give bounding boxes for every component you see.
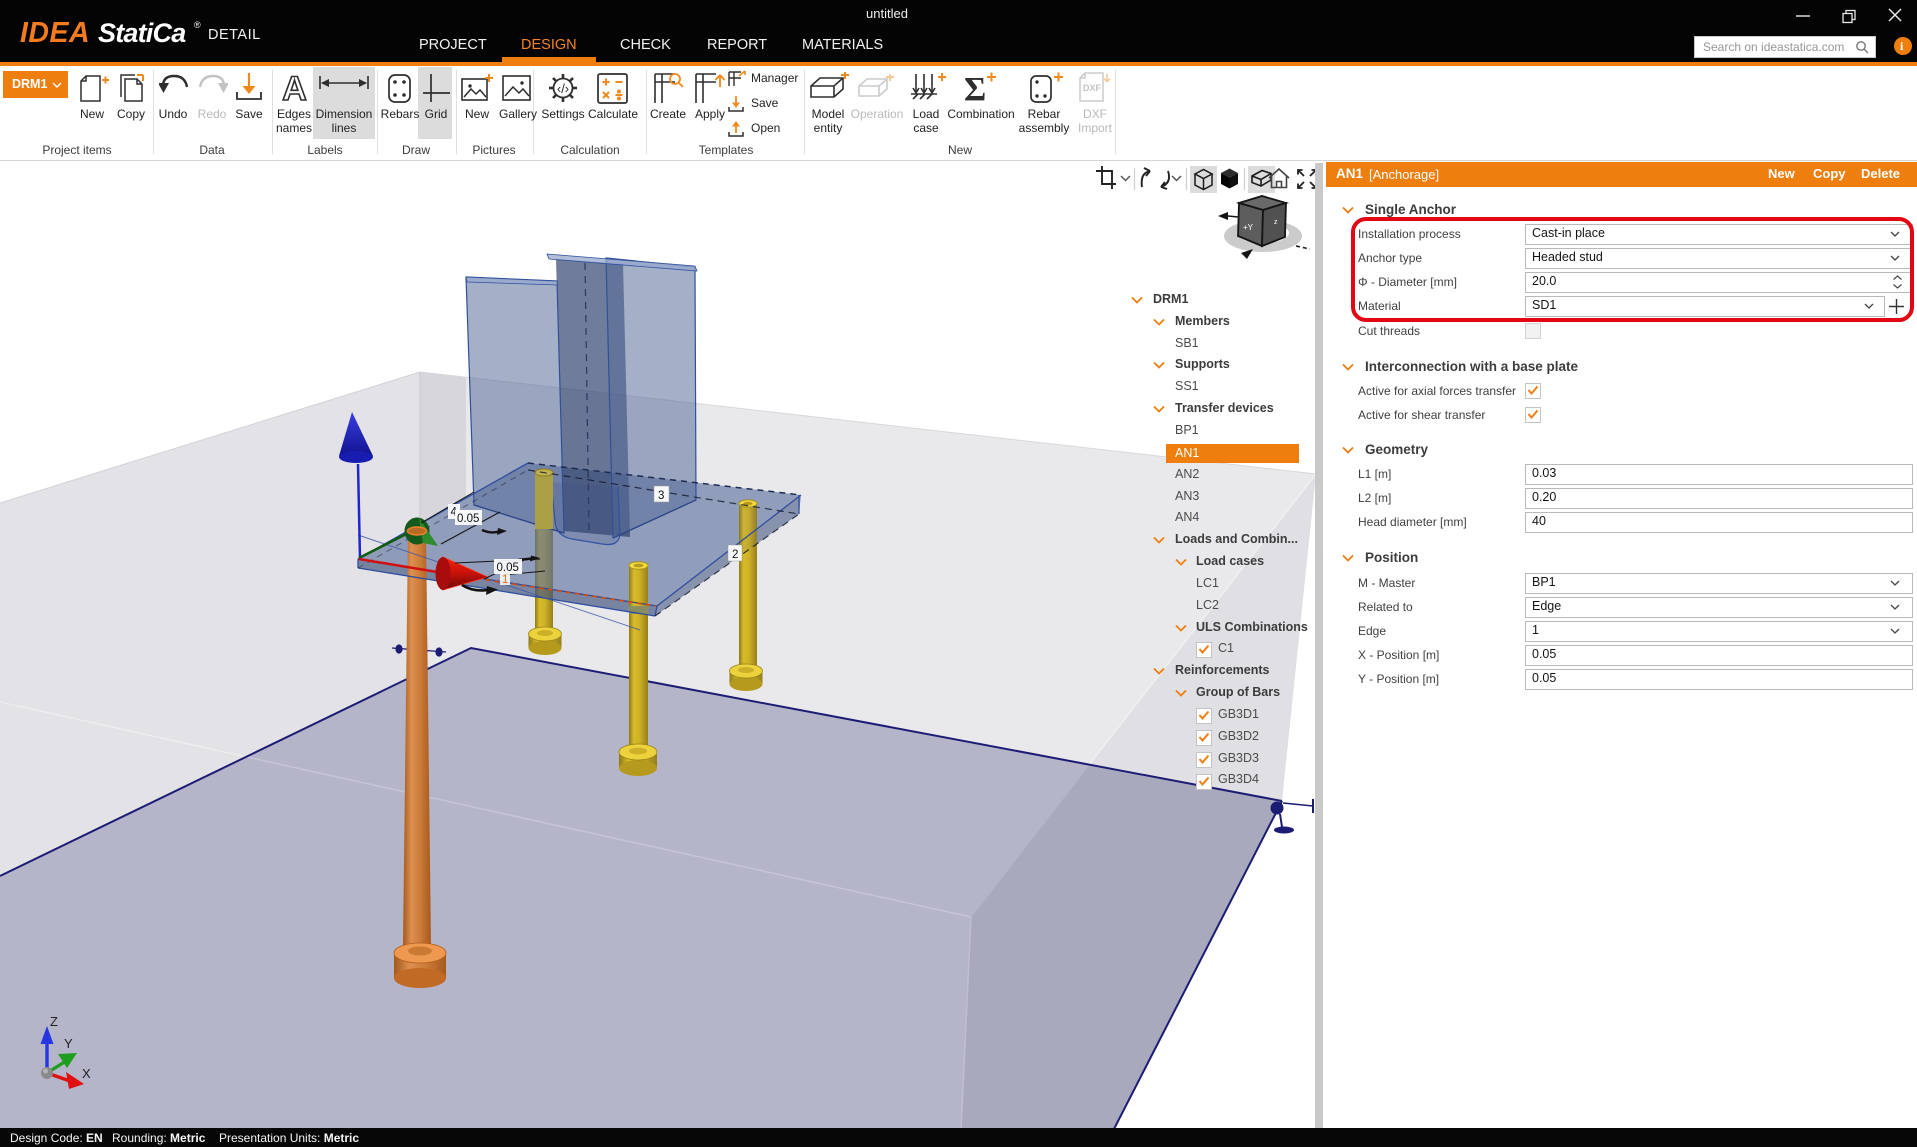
svg-text:Z: Z [50, 1014, 58, 1029]
svg-text:z: z [1274, 219, 1278, 226]
svg-text:0.05: 0.05 [457, 513, 479, 525]
svg-text:A: A [282, 73, 307, 104]
svg-text:DETAIL: DETAIL [208, 27, 261, 43]
svg-text:StatiCa: StatiCa [98, 18, 186, 48]
svg-text:IDEA: IDEA [20, 18, 90, 49]
svg-text:X: X [82, 1066, 91, 1081]
svg-text:®: ® [194, 20, 201, 30]
svg-text:Y: Y [64, 1036, 73, 1051]
svg-text:+Y: +Y [1243, 223, 1254, 232]
svg-text:1: 1 [502, 574, 508, 586]
svg-text:0.05: 0.05 [497, 562, 519, 574]
svg-text:3: 3 [658, 490, 664, 502]
svg-text:‹/›: ‹/› [557, 81, 569, 96]
svg-text:2: 2 [732, 549, 738, 561]
svg-text:Σ: Σ [964, 71, 986, 105]
svg-text:DXF: DXF [1083, 83, 1102, 93]
